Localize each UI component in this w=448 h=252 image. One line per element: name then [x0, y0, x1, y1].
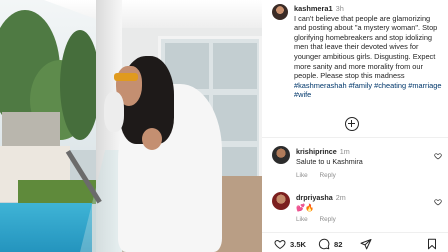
divider: [262, 137, 448, 138]
save-button[interactable]: [426, 237, 442, 251]
comment-meta: Like Reply: [296, 216, 346, 223]
comment-header: krishiprince 1m: [296, 147, 436, 156]
comment-reply-link[interactable]: Reply: [320, 172, 336, 179]
avatar[interactable]: [272, 192, 290, 210]
heart-icon[interactable]: [434, 198, 442, 206]
comment-username[interactable]: drpriyasha: [296, 193, 333, 202]
photo-sunglasses: [114, 73, 138, 81]
post-time: 3h: [335, 4, 344, 13]
photo-shoulder: [142, 128, 162, 150]
comment-button[interactable]: 82: [318, 237, 342, 251]
post-photo[interactable]: [0, 0, 262, 252]
avatar[interactable]: [272, 4, 288, 20]
send-icon: [360, 239, 372, 250]
comment-reply-link[interactable]: Reply: [320, 216, 336, 223]
comment-time: 1m: [339, 147, 350, 156]
comment-text: Salute to u Kashmira: [296, 157, 363, 166]
avatar[interactable]: [272, 146, 290, 164]
photo-pool: [0, 203, 92, 252]
comment-username[interactable]: krishiprince: [296, 147, 337, 156]
like-count: 3.5K: [290, 239, 307, 249]
like-button[interactable]: 3.5K: [274, 237, 306, 251]
caption-hashtags[interactable]: #kashmerashah #family #cheating #marriag…: [294, 81, 441, 100]
comment-time: 2m: [335, 193, 346, 202]
add-circle-icon[interactable]: [345, 117, 359, 131]
action-bar: 3.5K 82: [262, 232, 448, 252]
photo-tree: [60, 30, 100, 140]
comment-like-link[interactable]: Like: [296, 216, 308, 223]
comment-meta: Like Reply: [296, 172, 346, 179]
comment-text: 💕🔥: [296, 203, 314, 212]
photo-hands: [104, 92, 124, 132]
share-button[interactable]: [360, 237, 376, 251]
bookmark-icon: [428, 238, 436, 250]
post-username[interactable]: kashmera1: [294, 4, 333, 13]
heart-icon: [274, 239, 286, 250]
heart-icon[interactable]: [434, 152, 442, 160]
comment-icon: [318, 238, 330, 250]
post-side-panel: kashmera1 3h I can't believe that people …: [262, 0, 448, 252]
comment-like-link[interactable]: Like: [296, 172, 308, 179]
comment-header: drpriyasha 2m: [296, 193, 436, 202]
caption-body: I can't believe that people are glamoriz…: [294, 13, 438, 81]
caption-text: kashmera1 3h I can't believe that people …: [294, 4, 444, 100]
comment-count: 82: [334, 239, 343, 249]
